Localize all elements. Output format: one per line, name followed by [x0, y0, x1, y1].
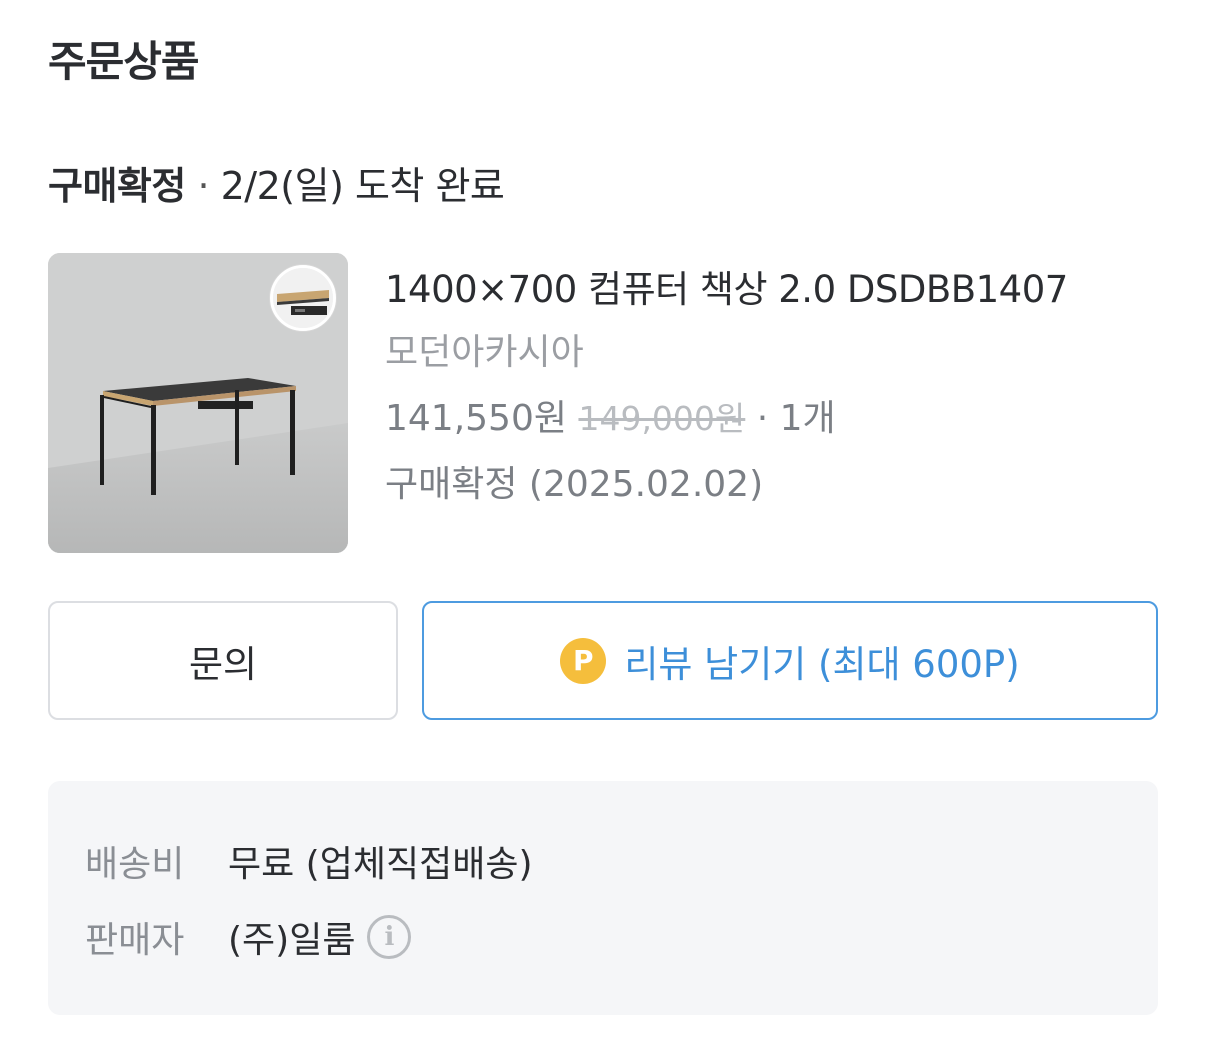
product-quantity: · 1개	[756, 398, 836, 439]
product-image[interactable]	[48, 253, 348, 553]
status-separator: ·	[197, 164, 210, 208]
shipping-fee-value: 무료 (업체직접배송)	[228, 844, 533, 885]
product-seller[interactable]: 모던아카시아	[385, 323, 1145, 373]
product-info: 1400×700 컴퓨터 책상 2.0 DSDBB1407 모던아카시아 141…	[385, 253, 1145, 505]
status-detail: 2/2(일) 도착 완료	[220, 164, 505, 208]
seller-row: 판매자 (주)일룸 i	[85, 911, 412, 963]
shipping-fee-label: 배송비	[85, 844, 185, 885]
point-icon: P	[560, 637, 607, 684]
inquiry-button[interactable]: 문의	[48, 601, 398, 720]
product-name[interactable]: 1400×700 컴퓨터 책상 2.0 DSDBB1407	[385, 259, 1145, 311]
original-price: 149,000원	[578, 399, 746, 438]
product-card[interactable]: 1400×700 컴퓨터 책상 2.0 DSDBB1407 모던아카시아 141…	[48, 253, 1158, 553]
section-title: 주문상품	[48, 37, 200, 86]
purchase-confirmation: 구매확정 (2025.02.02)	[385, 464, 764, 505]
inquiry-button-label: 문의	[188, 642, 258, 686]
seller-value: (주)일룸	[228, 920, 356, 961]
status-label: 구매확정	[48, 164, 186, 208]
write-review-label: 리뷰 남기기 (최대 600P)	[624, 642, 1020, 686]
product-price: 141,550원	[385, 398, 567, 439]
shipping-fee-row: 배송비 무료 (업체직접배송)	[85, 835, 533, 887]
product-detail-thumbnail	[270, 265, 336, 331]
shipping-details-panel: 배송비 무료 (업체직접배송) 판매자 (주)일룸 i	[48, 781, 1158, 1015]
info-icon[interactable]: i	[367, 915, 412, 959]
write-review-button[interactable]: P 리뷰 남기기 (최대 600P)	[422, 601, 1158, 720]
order-status-line: 구매확정 · 2/2(일) 도착 완료	[48, 155, 505, 210]
price-row: 141,550원 149,000원 · 1개	[385, 389, 1145, 439]
order-product-page: 주문상품 구매확정 · 2/2(일) 도착 완료 1400×700 컴퓨터 책상…	[0, 0, 1206, 1040]
seller-label: 판매자	[85, 920, 185, 961]
